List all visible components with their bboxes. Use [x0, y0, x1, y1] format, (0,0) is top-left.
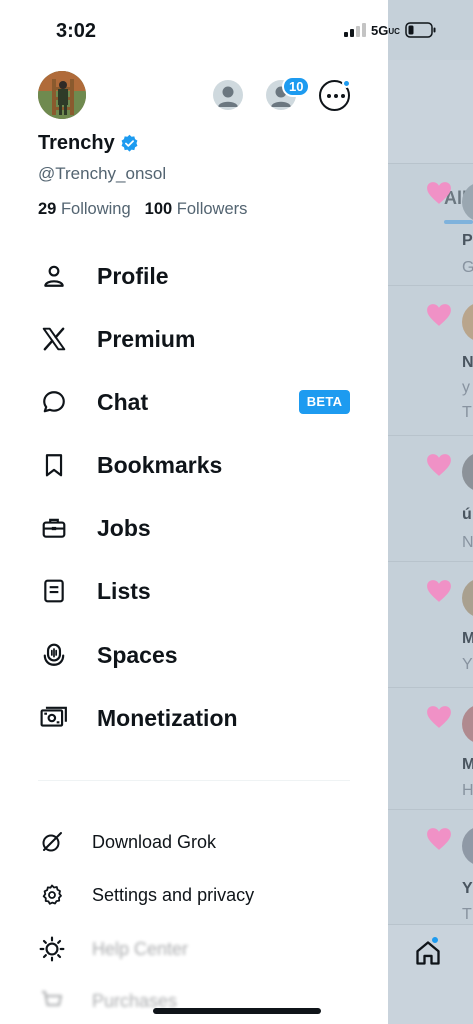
background-feed: All P G N y T ú N M Y M H Y T: [388, 0, 473, 1024]
divider: [38, 780, 350, 781]
list-item: P G: [388, 164, 473, 286]
bookmark-icon: [38, 449, 70, 481]
list-item-text: N: [462, 534, 473, 551]
followers-link[interactable]: 100 Followers: [145, 200, 248, 219]
menu-item-download-grok[interactable]: Download Grok: [38, 825, 350, 859]
person-icon: [38, 260, 70, 292]
chat-bubble-icon: [38, 386, 70, 418]
home-tab[interactable]: [414, 936, 442, 972]
list-item: N y T: [388, 286, 473, 436]
menu-item-label: Profile: [97, 262, 169, 289]
follow-stats: 29 Following 100 Followers: [38, 200, 247, 219]
heart-icon: [427, 454, 451, 476]
cart-icon: [38, 987, 66, 1015]
more-icon: [327, 94, 345, 98]
menu-item-label: Premium: [97, 325, 196, 352]
status-time: 3:02: [56, 20, 97, 42]
avatar: [462, 826, 473, 866]
menu-item-jobs[interactable]: Jobs: [38, 508, 350, 548]
list-item-text: Y: [462, 880, 473, 897]
list-item: M Y: [388, 562, 473, 688]
heart-icon: [427, 706, 451, 728]
list-item-text: y: [462, 379, 470, 396]
briefcase-icon: [38, 512, 70, 544]
avatar: [462, 704, 473, 744]
avatar: [462, 452, 473, 492]
display-name[interactable]: Trenchy: [38, 132, 139, 155]
list-icon: [38, 575, 70, 607]
more-options-button[interactable]: [319, 79, 351, 111]
menu-item-label: Jobs: [97, 514, 151, 541]
menu-item-label: Help Center: [92, 938, 189, 959]
list-item: Y T: [388, 810, 473, 924]
grok-icon: [38, 828, 66, 856]
list-item: M H: [388, 688, 473, 810]
list-item-text: H: [462, 782, 473, 799]
switch-account-button[interactable]: [213, 80, 243, 110]
beta-badge: BETA: [299, 390, 350, 414]
home-indicator[interactable]: [153, 1008, 321, 1014]
heart-icon: [427, 580, 451, 602]
list-item-text: ú: [462, 506, 472, 523]
menu-item-lists[interactable]: Lists: [38, 571, 350, 611]
bottom-nav: [388, 924, 473, 1024]
notification-dot: [342, 79, 351, 88]
menu-item-chat[interactable]: Chat BETA: [38, 382, 350, 422]
notification-dot: [431, 936, 439, 944]
list-item: ú N: [388, 436, 473, 562]
menu-item-label: Monetization: [97, 704, 238, 731]
list-item-text: T: [462, 906, 472, 923]
feed-header: All: [388, 60, 473, 224]
signal-icon: [344, 23, 366, 37]
list-item-text: M: [462, 756, 473, 773]
list-item-text: P: [462, 232, 473, 249]
money-icon: [38, 702, 70, 734]
menu-item-label: Lists: [97, 577, 151, 604]
profile-avatar[interactable]: [38, 71, 86, 119]
list-item-text: G: [462, 259, 473, 276]
home-icon: [416, 941, 440, 965]
menu-item-settings[interactable]: Settings and privacy: [38, 878, 350, 912]
network-label: 5GUC: [371, 22, 400, 38]
battery-icon: [405, 22, 436, 38]
avatar: [462, 302, 473, 342]
list-item-text: M: [462, 630, 473, 647]
heart-icon: [427, 828, 451, 850]
menu-item-label: Spaces: [97, 641, 178, 668]
display-name-text: Trenchy: [38, 132, 115, 154]
lightbulb-icon: [38, 935, 66, 963]
heart-icon: [427, 182, 451, 204]
menu-item-label: Settings and privacy: [92, 884, 255, 905]
account-notification-badge: 10: [282, 76, 311, 97]
menu-item-label: Bookmarks: [97, 451, 223, 478]
list-item-text: N: [462, 354, 473, 371]
menu-item-premium[interactable]: Premium: [38, 319, 350, 359]
user-handle: @Trenchy_onsol: [38, 164, 167, 183]
gear-icon: [38, 881, 66, 909]
menu-item-help-center[interactable]: Help Center: [38, 932, 350, 966]
list-item-text: T: [462, 404, 472, 421]
status-icons: 5GUC: [344, 22, 437, 38]
menu-item-label: Chat: [97, 388, 149, 415]
menu-item-profile[interactable]: Profile: [38, 256, 350, 296]
menu-item-bookmarks[interactable]: Bookmarks: [38, 445, 350, 485]
avatar: [462, 578, 473, 618]
avatar-image: [38, 71, 86, 119]
menu-item-monetization[interactable]: Monetization: [38, 698, 350, 738]
list-item-text: Y: [462, 656, 473, 673]
menu-item-spaces[interactable]: Spaces: [38, 635, 350, 675]
heart-icon: [427, 304, 451, 326]
verified-badge-icon: [121, 134, 138, 152]
default-avatar-icon: [218, 86, 238, 107]
following-link[interactable]: 29 Following: [38, 200, 131, 219]
microphone-icon: [38, 639, 70, 671]
menu-item-label: Download Grok: [92, 831, 217, 852]
avatar: [462, 182, 473, 222]
x-logo-icon: [38, 323, 70, 355]
